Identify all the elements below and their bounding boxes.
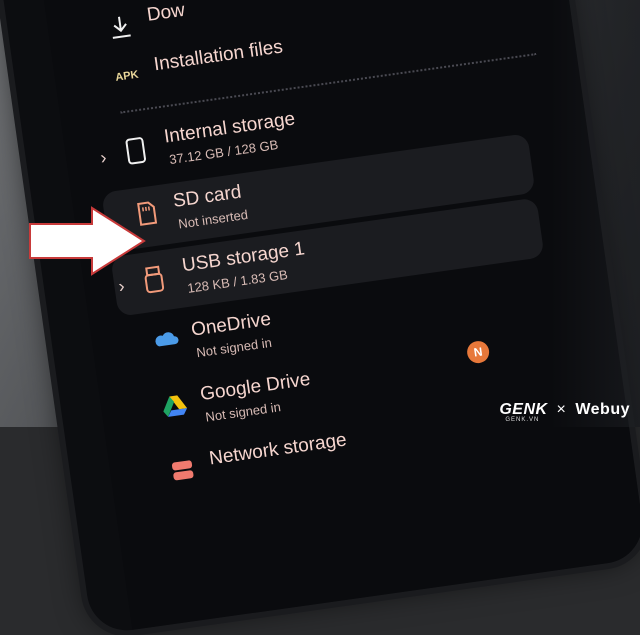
webuy-logo: Webuy [575, 401, 630, 418]
file-manager-screen: Dow APK Installation files › Internal st… [32, 0, 640, 630]
genk-logo: GENK [499, 401, 548, 418]
download-icon [107, 13, 135, 44]
watermark: GENK × Webuy GENK.VN [499, 401, 630, 423]
google-drive-icon [160, 392, 188, 423]
downloads-label: Dow [145, 0, 187, 26]
notification-badge: N [465, 339, 491, 365]
usb-storage-title: USB storage 1 [180, 238, 307, 277]
phone-icon [124, 135, 152, 166]
screen-glare [550, 0, 640, 427]
network-storage-icon [169, 457, 197, 488]
google-drive-title: Google Drive [198, 368, 312, 406]
apk-icon: APK [114, 64, 146, 96]
chevron-right-icon: › [117, 275, 126, 297]
genk-domain: GENK.VN [505, 417, 540, 423]
pointer-arrow [29, 206, 146, 276]
phone-device: Dow APK Installation files › Internal st… [0, 0, 640, 635]
network-storage-title: Network storage [207, 429, 348, 470]
chevron-right-icon: › [99, 147, 108, 168]
onedrive-cloud-icon [151, 328, 179, 359]
apk-badge: APK [114, 68, 140, 84]
times-glyph: × [556, 401, 567, 418]
